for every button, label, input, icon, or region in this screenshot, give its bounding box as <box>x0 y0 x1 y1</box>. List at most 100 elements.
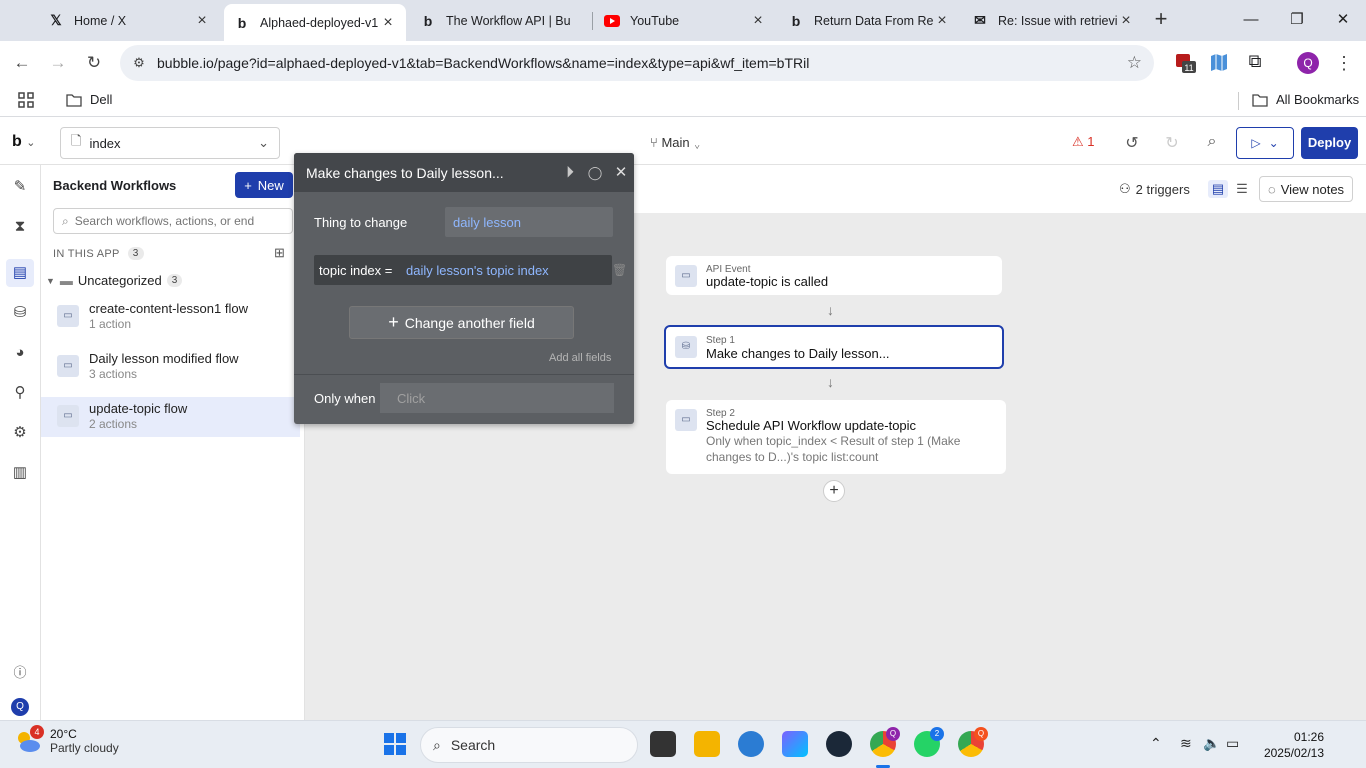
all-bookmarks[interactable]: All Bookmarks <box>1252 92 1359 107</box>
api-event-card[interactable]: ▭ API Event update-topic is called <box>666 256 1002 295</box>
forward-icon[interactable]: → <box>46 51 70 75</box>
menu-kebab-icon[interactable]: ⋮ <box>1332 51 1356 75</box>
card-view-icon[interactable]: ▤ <box>1208 180 1228 198</box>
styles-palette-icon[interactable]: ◕ <box>10 343 30 363</box>
bookmark-star-icon[interactable]: ☆ <box>1127 53 1142 73</box>
close-icon[interactable]: × <box>934 12 950 30</box>
comment-icon[interactable]: ◯ <box>586 164 604 182</box>
step-2-card[interactable]: ▭ Step 2 Schedule API Workflow update-to… <box>666 400 1006 474</box>
copilot-icon[interactable] <box>782 731 808 757</box>
tab-mail-issue[interactable]: ✉ Re: Issue with retrievi × <box>962 4 1144 37</box>
field-value-expression[interactable]: daily lesson's topic index <box>406 263 549 278</box>
extension-icon[interactable]: 11 <box>1174 51 1196 73</box>
workflow-item[interactable]: ▭ create-content-lesson1 flow 1 action <box>41 297 300 337</box>
workflow-icon[interactable]: ⧗ <box>10 217 30 237</box>
thing-to-change-label: Thing to change <box>314 215 408 230</box>
tab-title: The Workflow API | Bu <box>446 13 571 28</box>
workflow-search[interactable]: ⌕ <box>53 208 293 234</box>
battery-icon[interactable]: ▭ <box>1226 735 1239 752</box>
bubble-menu-button[interactable]: b ⌄ <box>12 133 35 151</box>
card-label: Step 1 <box>706 335 735 346</box>
add-step-button[interactable]: + <box>823 480 845 502</box>
weather-widget[interactable]: 4 20°C Partly cloudy <box>14 725 119 755</box>
volume-icon[interactable]: 🔈 <box>1203 735 1220 752</box>
edge-browser-icon[interactable] <box>738 731 764 757</box>
settings-gear-icon[interactable]: ⚙ <box>10 423 30 443</box>
search-icon[interactable]: ⌕ <box>1202 133 1222 153</box>
add-folder-icon[interactable]: ⊞ <box>274 245 285 261</box>
user-avatar[interactable]: Q <box>11 698 29 716</box>
task-view-icon[interactable] <box>650 731 676 757</box>
tab-workflow-api[interactable]: b The Workflow API | Bu <box>410 4 592 37</box>
close-icon[interactable]: × <box>1118 12 1134 30</box>
plugins-icon[interactable]: ⚲ <box>10 383 30 403</box>
triggers-indicator[interactable]: ⚇ 2 triggers <box>1119 181 1190 197</box>
field-assignment-row[interactable]: topic index = daily lesson's topic index <box>314 255 612 285</box>
file-explorer-icon[interactable] <box>694 731 720 757</box>
design-pencil-icon[interactable]: ✎ <box>10 177 30 197</box>
page-selector[interactable]: 🗋 index ⌄ <box>60 127 280 159</box>
bubble-logo-icon: b <box>237 14 247 31</box>
workflow-item-selected[interactable]: ▭ update-topic flow 2 actions <box>41 397 300 437</box>
backend-workflows-icon[interactable]: ▤ <box>6 259 34 287</box>
windows-start-icon[interactable] <box>384 733 406 755</box>
site-info-icon[interactable]: ⚙ <box>130 54 148 72</box>
branch-selector[interactable]: ⑂ Main ⌄ <box>650 135 701 150</box>
new-workflow-button[interactable]: + New <box>235 172 293 198</box>
system-clock[interactable]: 01:26 2025/02/13 <box>1260 729 1324 761</box>
folder-icon: ▬ <box>59 273 73 288</box>
branch-icon: ⑂ <box>650 135 658 150</box>
weather-cloud-icon: 4 <box>14 725 44 755</box>
close-icon[interactable]: × <box>194 12 210 30</box>
new-tab-button[interactable]: + <box>1150 8 1172 30</box>
address-bar[interactable]: ⚙ bubble.io/page?id=alphaed-deployed-v1&… <box>120 45 1154 81</box>
issues-indicator[interactable]: ⚠ 1 <box>1072 134 1095 150</box>
editor-left-nav: ✎ ⧗ ▤ ⛁ ◕ ⚲ ⚙ ▥ ⓘ Q <box>0 165 41 720</box>
close-icon[interactable]: ✕ <box>612 164 630 182</box>
bookmark-folder-dell[interactable]: Dell <box>66 92 112 107</box>
profile-avatar[interactable]: Q <box>1297 52 1319 74</box>
popup-header: Make changes to Daily lesson... ⏵ ◯ ✕ <box>294 153 634 192</box>
tab-home-x[interactable]: 𝕏 Home / X × <box>38 4 220 37</box>
taskbar-search[interactable]: ⌕ Search <box>420 727 638 763</box>
list-view-icon[interactable]: ☰ <box>1232 180 1252 198</box>
workflow-item[interactable]: ▭ Daily lesson modified flow 3 actions <box>41 347 300 387</box>
reload-icon[interactable]: ↻ <box>82 51 106 75</box>
close-icon[interactable]: × <box>750 12 766 30</box>
deploy-button[interactable]: Deploy <box>1301 127 1358 159</box>
tab-return-data[interactable]: b Return Data From Re × <box>778 4 960 37</box>
wifi-icon[interactable]: ≋ <box>1180 735 1192 752</box>
apps-grid-icon[interactable] <box>18 92 34 108</box>
browser-toolbar: ← → ↻ ⚙ bubble.io/page?id=alphaed-deploy… <box>0 41 1366 84</box>
change-another-field-button[interactable]: + Change another field <box>349 306 574 339</box>
trash-icon[interactable]: 🗑 <box>612 263 627 277</box>
restore-icon[interactable]: ❐ <box>1285 8 1309 32</box>
view-notes-button[interactable]: ◌ View notes <box>1259 176 1353 202</box>
only-when-condition-field[interactable]: Click <box>380 383 614 413</box>
add-all-fields-link[interactable]: Add all fields <box>549 352 611 364</box>
workflow-search-input[interactable] <box>74 214 275 228</box>
map-extension-icon[interactable] <box>1208 51 1230 73</box>
close-icon[interactable]: × <box>380 14 396 32</box>
preview-button[interactable]: ▷ ⌄ <box>1236 127 1294 159</box>
play-circle-icon[interactable]: ⏵ <box>561 164 579 182</box>
steam-icon[interactable] <box>826 731 852 757</box>
step-1-card[interactable]: ⛁ Step 1 Make changes to Daily lesson... <box>664 325 1004 369</box>
tab-alphaed-deployed[interactable]: b Alphaed-deployed-v1 × <box>224 4 406 41</box>
help-icon[interactable]: ⓘ <box>10 663 30 683</box>
data-database-icon[interactable]: ⛁ <box>10 303 30 323</box>
tab-youtube[interactable]: YouTube × <box>594 4 776 37</box>
url-text[interactable]: bubble.io/page?id=alphaed-deployed-v1&ta… <box>157 55 809 71</box>
logs-chart-icon[interactable]: ▥ <box>10 463 30 483</box>
undo-icon[interactable]: ↺ <box>1122 133 1142 153</box>
card-title: update-topic is called <box>706 274 829 289</box>
puzzle-icon[interactable]: ⧉ <box>1244 51 1266 73</box>
redo-icon[interactable]: ↻ <box>1162 133 1182 153</box>
back-icon[interactable]: ← <box>10 51 34 75</box>
minimize-icon[interactable]: — <box>1239 8 1263 32</box>
chevron-up-icon[interactable]: ⌃ <box>1150 735 1162 752</box>
thing-to-change-field[interactable]: daily lesson <box>445 207 613 237</box>
folder-uncategorized[interactable]: ▼ ▬ Uncategorized 3 <box>46 273 183 288</box>
window-close-icon[interactable]: ✕ <box>1331 8 1355 32</box>
view-notes-label: View notes <box>1280 181 1345 197</box>
